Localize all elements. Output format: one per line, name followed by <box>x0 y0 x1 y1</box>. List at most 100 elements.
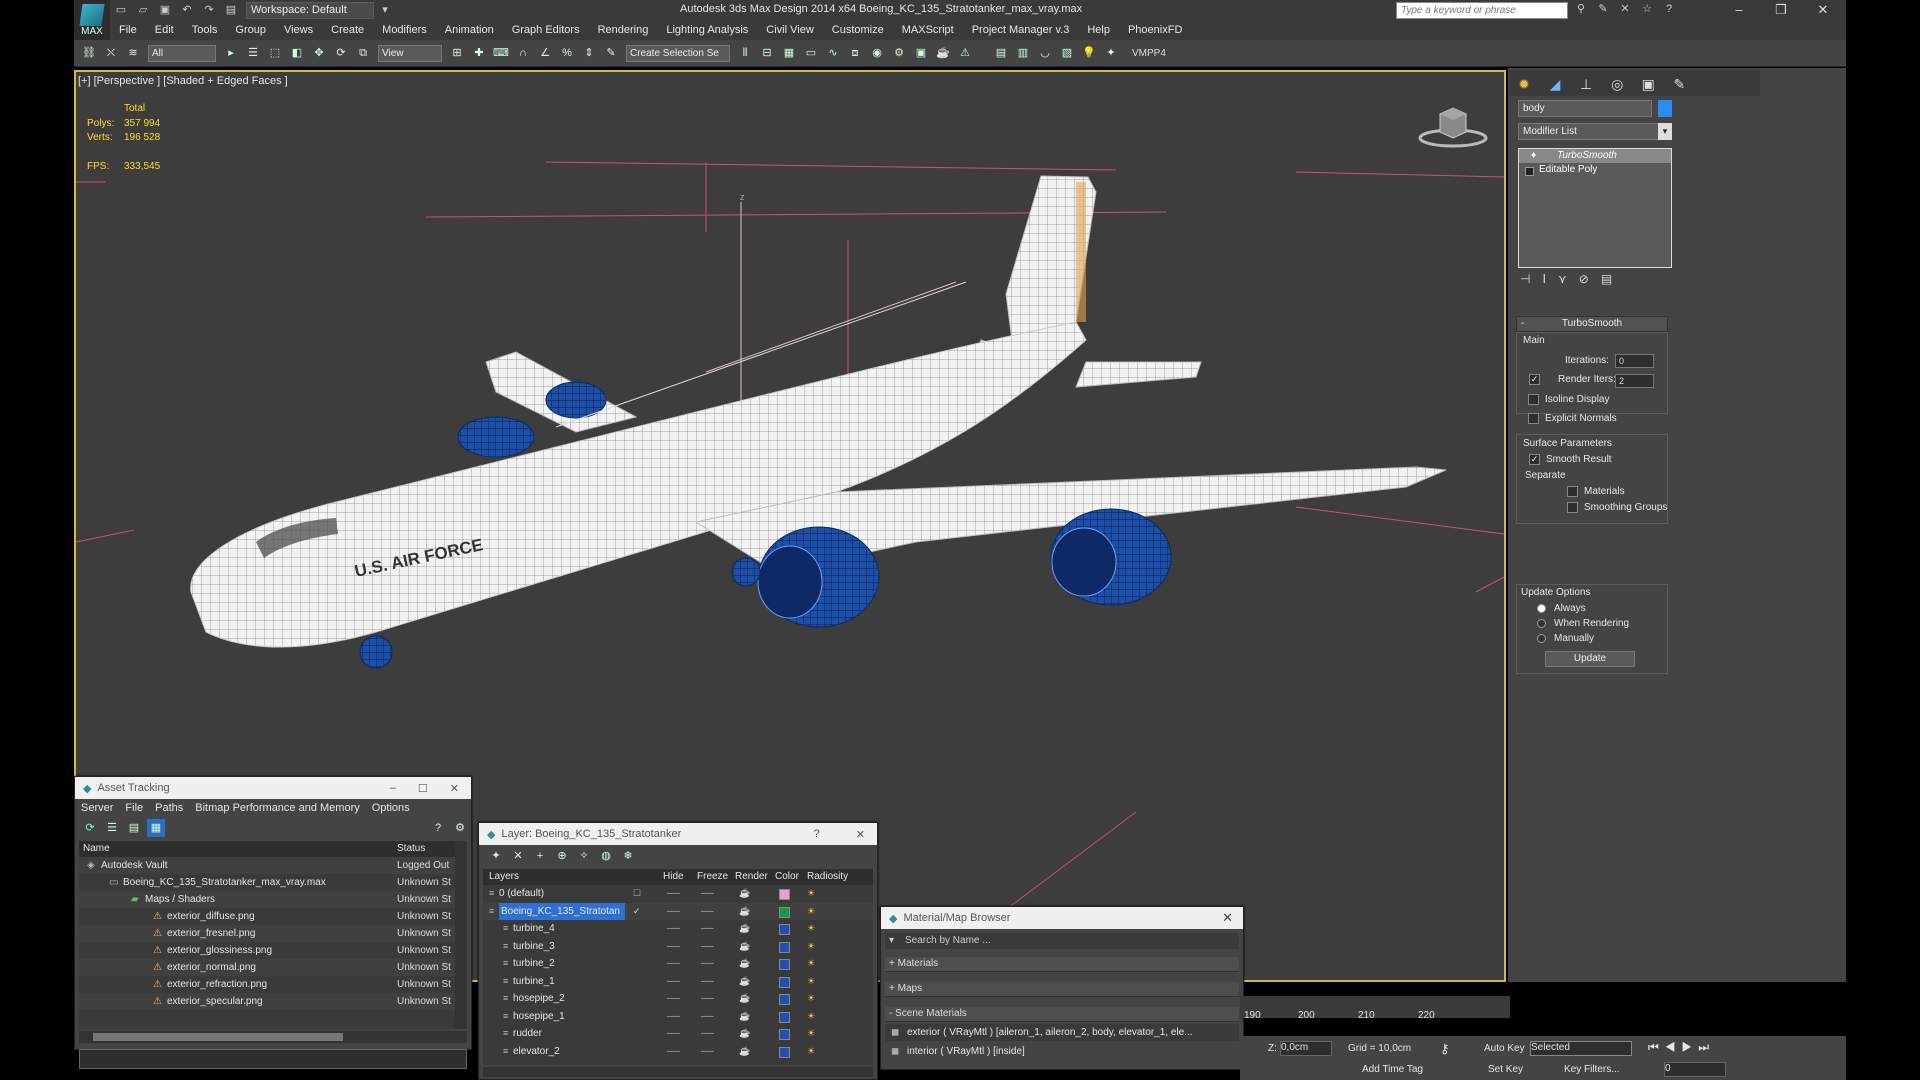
render-setup-icon[interactable]: ⚙ <box>890 44 908 62</box>
region-select-icon[interactable]: ⬚ <box>266 44 284 62</box>
hide-toggle-icon[interactable]: ── <box>667 973 680 990</box>
menu-project-manager[interactable]: Project Manager v.3 <box>972 24 1070 36</box>
warning-icon[interactable]: ⚠ <box>956 44 974 62</box>
asset-path-field[interactable] <box>79 1049 467 1069</box>
col-color[interactable]: Color <box>775 869 799 885</box>
select-manipulate-icon[interactable]: ✚ <box>470 44 488 62</box>
current-layer-icon[interactable]: ☐ <box>633 885 641 902</box>
menu-options[interactable]: Options <box>372 802 410 814</box>
utilities-tab-icon[interactable]: ✎ <box>1668 73 1690 95</box>
binoculars-icon[interactable]: ⚲ <box>1573 2 1589 16</box>
vray-icon-4[interactable]: ▧ <box>1058 44 1076 62</box>
render-iters-spinner[interactable]: 2 <box>1615 374 1654 388</box>
separate-materials-checkbox[interactable] <box>1567 486 1578 497</box>
pivot-icon[interactable]: ⊞ <box>448 44 466 62</box>
modifier-list-chevron-icon[interactable]: ▾ <box>1658 123 1672 140</box>
spinner-snap-icon[interactable]: ⇕ <box>580 44 598 62</box>
menu-civil-view[interactable]: Civil View <box>766 24 813 36</box>
col-freeze[interactable]: Freeze <box>697 869 728 885</box>
freeze-toggle-icon[interactable]: ── <box>701 885 714 902</box>
layer-row[interactable]: ≡ ── ── ☕ ☀ rudder <box>483 1025 873 1043</box>
layer-color-swatch[interactable] <box>779 889 790 900</box>
render-toggle-icon[interactable]: ☕ <box>739 1043 750 1060</box>
modify-tab-icon[interactable]: ◢ <box>1544 73 1566 95</box>
radiosity-toggle-icon[interactable]: ☀ <box>807 885 815 902</box>
help-icon[interactable]: ? <box>429 819 447 837</box>
vertical-scrollbar[interactable] <box>455 841 467 1029</box>
layer-row[interactable]: ≡ ── ── ☕ ☀ turbine_1 <box>483 973 873 991</box>
menu-help[interactable]: Help <box>1087 24 1110 36</box>
menu-views[interactable]: Views <box>284 24 313 36</box>
selection-dropdown[interactable]: Selected <box>1530 1041 1632 1056</box>
help-icon[interactable]: ? <box>1661 2 1677 16</box>
selection-filter-dropdown[interactable]: All <box>148 44 216 62</box>
horizontal-scrollbar[interactable] <box>79 1031 467 1043</box>
create-tab-icon[interactable]: ✹ <box>1513 73 1535 95</box>
layer-color-swatch[interactable] <box>779 959 790 970</box>
schematic-icon[interactable]: ⧈ <box>846 44 864 62</box>
freeze-all-icon[interactable]: ❄ <box>619 847 637 865</box>
asset-row[interactable]: ▭ Boeing_KC_135_Stratotanker_max_vray.max… <box>79 874 467 891</box>
window-crossing-icon[interactable]: ◧ <box>288 44 306 62</box>
material-browser-titlebar[interactable]: ◆ Material/Map Browser ✕ <box>881 907 1243 929</box>
undo-icon[interactable]: ↶ <box>179 3 195 17</box>
layer-type-icon[interactable]: ≡ <box>489 903 494 920</box>
freeze-toggle-icon[interactable]: ── <box>701 990 714 1007</box>
open-icon[interactable]: ▱ <box>135 3 151 17</box>
separate-smoothing-checkbox[interactable] <box>1567 502 1578 513</box>
layer-color-swatch[interactable] <box>779 924 790 935</box>
menu-phoenixfd[interactable]: PhoenixFD <box>1128 24 1182 36</box>
active-layer-check-icon[interactable]: ✓ <box>633 903 641 920</box>
new-icon[interactable]: ▭ <box>113 3 129 17</box>
col-name[interactable]: Name <box>83 841 110 857</box>
help-icon[interactable]: ? <box>814 828 820 840</box>
layer-color-swatch[interactable] <box>779 941 790 953</box>
rendered-frame-icon[interactable]: ▣ <box>912 44 930 62</box>
freeze-toggle-icon[interactable]: ── <box>701 1043 714 1060</box>
new-layer-icon[interactable]: ✦ <box>487 847 505 865</box>
maximize-icon[interactable]: ☐ <box>418 782 428 795</box>
render-icon[interactable]: ☕ <box>934 44 952 62</box>
render-toggle-icon[interactable]: ☕ <box>739 885 750 902</box>
layer-horizontal-scrollbar[interactable] <box>483 1067 873 1077</box>
when-rendering-radio[interactable] <box>1537 618 1546 628</box>
restore-button[interactable]: ❐ <box>1760 0 1802 20</box>
move-icon[interactable]: ✥ <box>310 44 328 62</box>
layer-row[interactable]: ≡ ── ── ☕ ☀ elevator_2 <box>483 1043 873 1061</box>
col-layers[interactable]: Layers <box>489 869 519 885</box>
layer-row[interactable]: ≡ ── ── ☕ ☀ Boeing_KC_135_Stratotan ✓ <box>483 902 873 920</box>
manually-radio[interactable] <box>1537 633 1546 643</box>
select-object-icon[interactable]: ▸ <box>222 44 240 62</box>
ribbon-icon[interactable]: ▭ <box>802 44 820 62</box>
table-view-icon[interactable]: ▦ <box>147 819 165 837</box>
hide-toggle-icon[interactable]: ── <box>667 920 680 937</box>
radiosity-toggle-icon[interactable]: ☀ <box>807 1008 815 1025</box>
scale-icon[interactable]: ⧉ <box>354 44 372 62</box>
display-tab-icon[interactable]: ▣ <box>1637 73 1659 95</box>
object-name-field[interactable]: body <box>1518 100 1652 117</box>
minimize-icon[interactable]: – <box>390 782 396 794</box>
radiosity-toggle-icon[interactable]: ☀ <box>807 973 815 990</box>
render-toggle-icon[interactable]: ☕ <box>739 955 750 972</box>
layer-color-swatch[interactable] <box>779 976 790 988</box>
chevron-down-icon[interactable]: ▾ <box>889 933 894 949</box>
layer-color-swatch[interactable] <box>779 906 790 918</box>
motion-tab-icon[interactable]: ◎ <box>1606 73 1628 95</box>
x-icon[interactable]: ✕ <box>1617 2 1633 16</box>
key-icon[interactable]: ⚷ <box>1440 1041 1450 1057</box>
layer-type-icon[interactable]: ≡ <box>503 973 508 990</box>
hide-toggle-icon[interactable]: ── <box>667 955 680 972</box>
layer-color-swatch[interactable] <box>779 1011 790 1023</box>
vray-icon-1[interactable]: ▤ <box>992 44 1010 62</box>
highlight-layer-icon[interactable]: ✧ <box>575 847 593 865</box>
menu-customize[interactable]: Customize <box>832 24 884 36</box>
vray-icon-2[interactable]: ▥ <box>1014 44 1032 62</box>
material-editor-icon[interactable]: ◉ <box>868 44 886 62</box>
menu-edit[interactable]: Edit <box>155 24 174 36</box>
always-radio[interactable] <box>1537 603 1546 613</box>
freeze-toggle-icon[interactable]: ── <box>701 973 714 990</box>
menu-rendering[interactable]: Rendering <box>598 24 649 36</box>
col-status[interactable]: Status <box>397 841 425 857</box>
workspace-chevron-icon[interactable]: ▾ <box>377 3 393 17</box>
close-button[interactable]: ✕ <box>1802 0 1844 20</box>
